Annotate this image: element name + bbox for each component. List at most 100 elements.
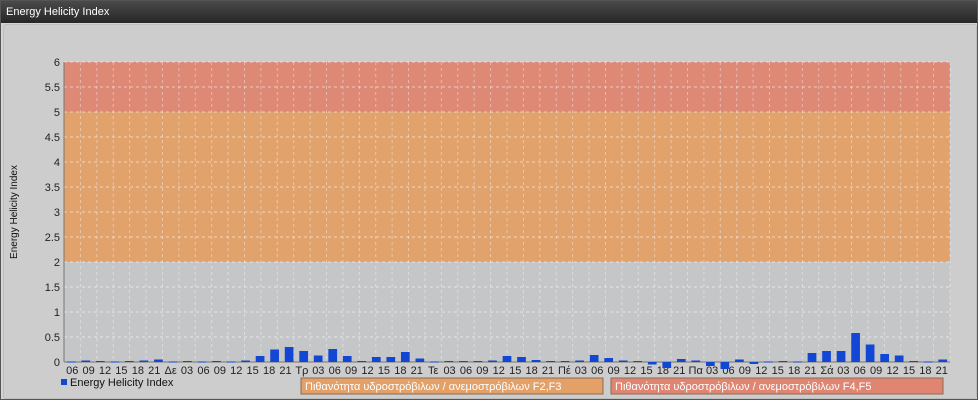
x-tick-label: 18 bbox=[919, 365, 931, 377]
bar bbox=[691, 360, 701, 362]
bar bbox=[531, 360, 541, 362]
window-title: Energy Helicity Index bbox=[6, 6, 110, 18]
bar bbox=[618, 360, 628, 362]
chart-window: Energy Helicity Index 0 0.5 1 1.5 2 2.5 3 3.5 4 4… bbox=[0, 0, 978, 400]
x-tick-label: 06 bbox=[66, 365, 78, 377]
x-tick-label: 15 bbox=[509, 365, 521, 377]
x-tick-label: 21 bbox=[279, 365, 291, 377]
x-tick-label: 03 bbox=[312, 365, 324, 377]
x-tick-label: 18 bbox=[263, 365, 275, 377]
x-tick-label: 18 bbox=[525, 365, 537, 377]
legend-label: Energy Helicity Index bbox=[70, 377, 174, 389]
x-tick-label: 06 bbox=[329, 365, 341, 377]
x-tick-label: 21 bbox=[673, 365, 685, 377]
x-tick-label: 09 bbox=[476, 365, 488, 377]
bar bbox=[168, 361, 178, 363]
y-tick-label: 5 bbox=[54, 107, 60, 119]
bar bbox=[66, 361, 76, 363]
bar bbox=[415, 358, 425, 362]
x-tick-label: 03 bbox=[837, 365, 849, 377]
y-tick-label: 0 bbox=[54, 357, 60, 369]
x-tick-label: 12 bbox=[493, 365, 505, 377]
x-tick-label: Τρ bbox=[295, 365, 308, 377]
x-tick-label: Πέ bbox=[558, 365, 571, 377]
x-tick-label: 21 bbox=[411, 365, 423, 377]
bar bbox=[81, 360, 91, 362]
x-tick-label: 15 bbox=[378, 365, 390, 377]
x-tick-label: 21 bbox=[804, 365, 816, 377]
y-tick-label: 1.5 bbox=[45, 282, 60, 294]
bar bbox=[430, 361, 439, 363]
x-tick-label: 12 bbox=[230, 365, 242, 377]
bar bbox=[676, 359, 686, 362]
bar bbox=[357, 361, 367, 362]
x-tick-label: 03 bbox=[706, 365, 718, 377]
bar bbox=[183, 361, 192, 362]
bar bbox=[212, 361, 221, 362]
bar bbox=[807, 353, 817, 362]
x-tick-label: 15 bbox=[903, 365, 915, 377]
bar bbox=[95, 361, 105, 362]
y-tick-label: 4 bbox=[54, 157, 60, 169]
bar bbox=[517, 357, 526, 362]
bar bbox=[386, 357, 396, 362]
bar bbox=[720, 362, 730, 369]
bar bbox=[575, 360, 584, 362]
x-tick-label: Δε bbox=[165, 365, 177, 377]
bar bbox=[328, 349, 338, 362]
bar bbox=[662, 362, 672, 368]
band-legend-label-1: Πιθανότητα υδροστρόβιλων / ανεμοστρόβιλω… bbox=[305, 381, 562, 393]
x-tick-label: 12 bbox=[624, 365, 636, 377]
bar bbox=[923, 361, 933, 363]
y-tick-label: 5.5 bbox=[45, 82, 60, 94]
y-tick-label: 3.5 bbox=[45, 182, 60, 194]
bar bbox=[546, 361, 555, 362]
x-tick-label: 12 bbox=[361, 365, 373, 377]
x-tick-label: Πα bbox=[689, 365, 704, 377]
bar bbox=[633, 361, 643, 362]
y-tick-label: 4.5 bbox=[45, 132, 60, 144]
bar bbox=[139, 360, 149, 362]
bar bbox=[764, 361, 773, 363]
x-tick-label: 12 bbox=[755, 365, 767, 377]
x-tick-label: 03 bbox=[575, 365, 587, 377]
y-tick-label: 1 bbox=[54, 307, 60, 319]
bar bbox=[705, 362, 715, 366]
x-tick-label: 06 bbox=[591, 365, 603, 377]
y-tick-label: 2.5 bbox=[45, 232, 60, 244]
x-tick-label: 21 bbox=[542, 365, 554, 377]
x-tick-label: 18 bbox=[394, 365, 406, 377]
bar bbox=[488, 360, 497, 362]
bar bbox=[589, 355, 599, 362]
x-tick-label: 15 bbox=[640, 365, 652, 377]
x-tick-label: 09 bbox=[345, 365, 357, 377]
x-tick-label: 06 bbox=[197, 365, 209, 377]
x-tick-label: 18 bbox=[132, 365, 144, 377]
x-tick-label: Σά bbox=[820, 365, 834, 377]
bar bbox=[342, 356, 352, 362]
bar bbox=[255, 356, 265, 362]
chart-svg: 0 0.5 1 1.5 2 2.5 3 3.5 4 4.5 5 5.5 6 06 09 12 15 18 21 Δε… bbox=[9, 57, 951, 395]
bar bbox=[444, 361, 454, 362]
x-tick-label: 03 bbox=[181, 365, 193, 377]
x-tick-label: 09 bbox=[82, 365, 94, 377]
x-tick-label: 18 bbox=[788, 365, 800, 377]
bar bbox=[793, 361, 802, 363]
x-tick-label: 12 bbox=[99, 365, 111, 377]
bar bbox=[502, 356, 512, 362]
bar bbox=[110, 361, 120, 363]
bar bbox=[226, 361, 236, 363]
y-tick-label: 2 bbox=[54, 257, 60, 269]
bar bbox=[851, 333, 860, 362]
x-tick-label: 09 bbox=[608, 365, 620, 377]
bar bbox=[371, 357, 381, 362]
x-tick-label: 15 bbox=[772, 365, 784, 377]
x-tick-label: 15 bbox=[247, 365, 259, 377]
x-tick-label: Τε bbox=[428, 365, 439, 377]
chart-panel: 0 0.5 1 1.5 2 2.5 3 3.5 4 4.5 5 5.5 6 06 09 12 15 18 21 Δε… bbox=[3, 24, 977, 399]
bar bbox=[909, 361, 919, 362]
bar bbox=[313, 355, 323, 362]
y-tick-label: 6 bbox=[54, 57, 60, 69]
bar bbox=[735, 359, 744, 362]
legend-swatch bbox=[61, 379, 67, 385]
